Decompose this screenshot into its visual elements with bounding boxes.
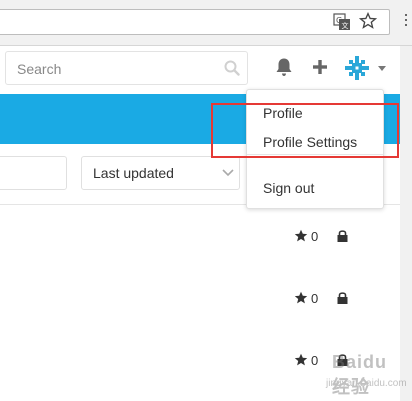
watermark: Baidu 经验 jingyan.baidu.com	[312, 350, 408, 398]
sort-select[interactable]: Last updated	[81, 156, 240, 190]
avatar[interactable]	[343, 54, 371, 82]
translate-icon[interactable]: G 文	[333, 13, 351, 31]
page-scrollbar[interactable]	[400, 46, 412, 401]
lock-icon	[337, 292, 348, 304]
search-box	[5, 51, 248, 85]
menu-item-sign-out[interactable]: Sign out	[263, 180, 314, 196]
list-item[interactable]: 0	[0, 205, 380, 268]
bell-icon[interactable]	[275, 57, 293, 77]
watermark-sub: jingyan.baidu.com	[326, 378, 407, 389]
star-icon	[294, 229, 308, 242]
star-icon[interactable]	[359, 12, 377, 30]
star-icon	[294, 353, 308, 366]
highlight-annotation	[211, 103, 399, 158]
chrome-menu-area	[400, 0, 412, 45]
star-icon	[294, 291, 308, 304]
filter-input[interactable]	[0, 156, 67, 190]
menu-dots-icon[interactable]	[405, 14, 407, 16]
lock-icon	[337, 230, 348, 242]
sort-select-value: Last updated	[93, 165, 174, 181]
star-count: 0	[311, 229, 319, 244]
browser-toolbar: G 文	[0, 0, 412, 46]
plus-icon[interactable]	[312, 59, 328, 75]
search-input[interactable]	[15, 58, 219, 80]
caret-down-icon[interactable]	[378, 66, 386, 71]
watermark-main: Baidu 经验	[332, 352, 388, 397]
svg-text:文: 文	[342, 21, 349, 30]
address-bar[interactable]	[0, 9, 390, 35]
star-count: 0	[311, 291, 319, 306]
list-item[interactable]: 0	[0, 267, 380, 330]
search-icon[interactable]	[224, 60, 240, 76]
chevron-down-icon	[222, 169, 234, 177]
